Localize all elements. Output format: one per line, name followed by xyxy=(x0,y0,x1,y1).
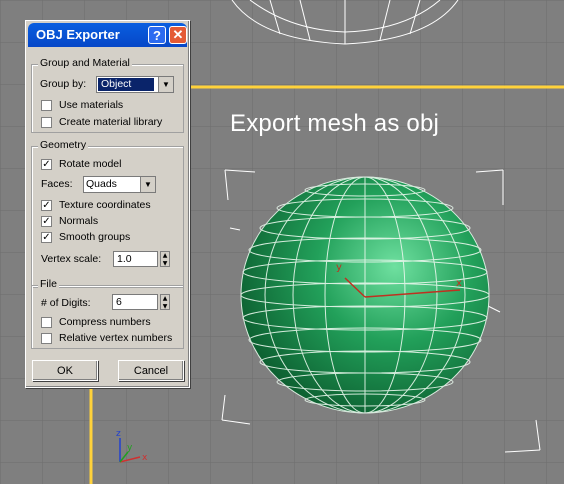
group-by-select[interactable]: Object ▼ xyxy=(96,76,174,93)
vertex-scale-input[interactable]: 1.0 xyxy=(113,251,158,267)
help-button[interactable]: ? xyxy=(148,26,166,44)
file-label: File xyxy=(38,278,59,290)
dialog-titlebar[interactable]: OBJ Exporter ? ✕ xyxy=(28,23,187,47)
axis-y-label: y xyxy=(127,443,133,453)
chevron-down-icon[interactable]: ▼ xyxy=(158,77,173,92)
normals-checkbox[interactable]: ✓ xyxy=(41,216,52,227)
axis-z-label: z xyxy=(116,429,121,439)
vertex-scale-spinner[interactable]: ▲ ▼ xyxy=(160,251,170,267)
use-materials-label: Use materials xyxy=(59,99,124,111)
group-by-label: Group by: xyxy=(40,78,87,90)
geometry-label: Geometry xyxy=(38,139,89,151)
rotate-model-label: Rotate model xyxy=(59,158,122,170)
geometry-groupbox: Geometry ✓ Rotate model Faces: Quads ▼ ✓… xyxy=(31,139,184,288)
ok-button[interactable]: OK xyxy=(32,360,98,381)
relative-vertex-numbers-label: Relative vertex numbers xyxy=(59,332,173,344)
compress-numbers-label: Compress numbers xyxy=(59,316,151,328)
green-sphere: y x xyxy=(240,176,490,414)
use-materials-checkbox[interactable] xyxy=(41,100,52,111)
faces-label: Faces: xyxy=(41,178,73,190)
gizmo-y-label: y xyxy=(336,262,342,273)
faces-value: Quads xyxy=(86,178,117,190)
vertex-scale-value: 1.0 xyxy=(117,253,132,265)
smooth-groups-checkbox[interactable]: ✓ xyxy=(41,232,52,243)
group-material-groupbox: Group and Material Group by: Object ▼ Us… xyxy=(31,57,184,133)
viewport-caption: Export mesh as obj xyxy=(230,110,440,137)
relative-vertex-numbers-checkbox[interactable] xyxy=(41,333,52,344)
faces-select[interactable]: Quads ▼ xyxy=(83,176,156,193)
axis-x-label: x xyxy=(142,453,148,463)
compress-numbers-checkbox[interactable] xyxy=(41,317,52,328)
group-material-label: Group and Material xyxy=(38,57,132,69)
texture-coordinates-checkbox[interactable]: ✓ xyxy=(41,200,52,211)
smooth-groups-label: Smooth groups xyxy=(59,231,131,243)
file-groupbox: File # of Digits: 6 ▲ ▼ Compress numbers … xyxy=(31,278,184,349)
normals-label: Normals xyxy=(59,215,99,227)
digits-label: # of Digits: xyxy=(41,297,91,309)
digits-value: 6 xyxy=(116,296,122,308)
create-material-library-label: Create material library xyxy=(59,116,163,128)
texture-coordinates-label: Texture coordinates xyxy=(59,199,151,211)
cancel-button[interactable]: Cancel xyxy=(118,360,184,381)
dialog-title: OBJ Exporter xyxy=(36,27,120,42)
close-button[interactable]: ✕ xyxy=(169,26,187,44)
vertex-scale-label: Vertex scale: xyxy=(41,253,102,265)
group-by-value: Object xyxy=(98,78,154,91)
rotate-model-checkbox[interactable]: ✓ xyxy=(41,159,52,170)
create-material-library-checkbox[interactable] xyxy=(41,117,52,128)
obj-exporter-dialog: OBJ Exporter ? ✕ Group and Material Grou… xyxy=(25,20,190,388)
digits-input[interactable]: 6 xyxy=(112,294,158,310)
digits-spinner[interactable]: ▲ ▼ xyxy=(160,294,170,310)
gizmo-x-label: x xyxy=(456,278,462,289)
chevron-down-icon[interactable]: ▼ xyxy=(140,177,155,192)
